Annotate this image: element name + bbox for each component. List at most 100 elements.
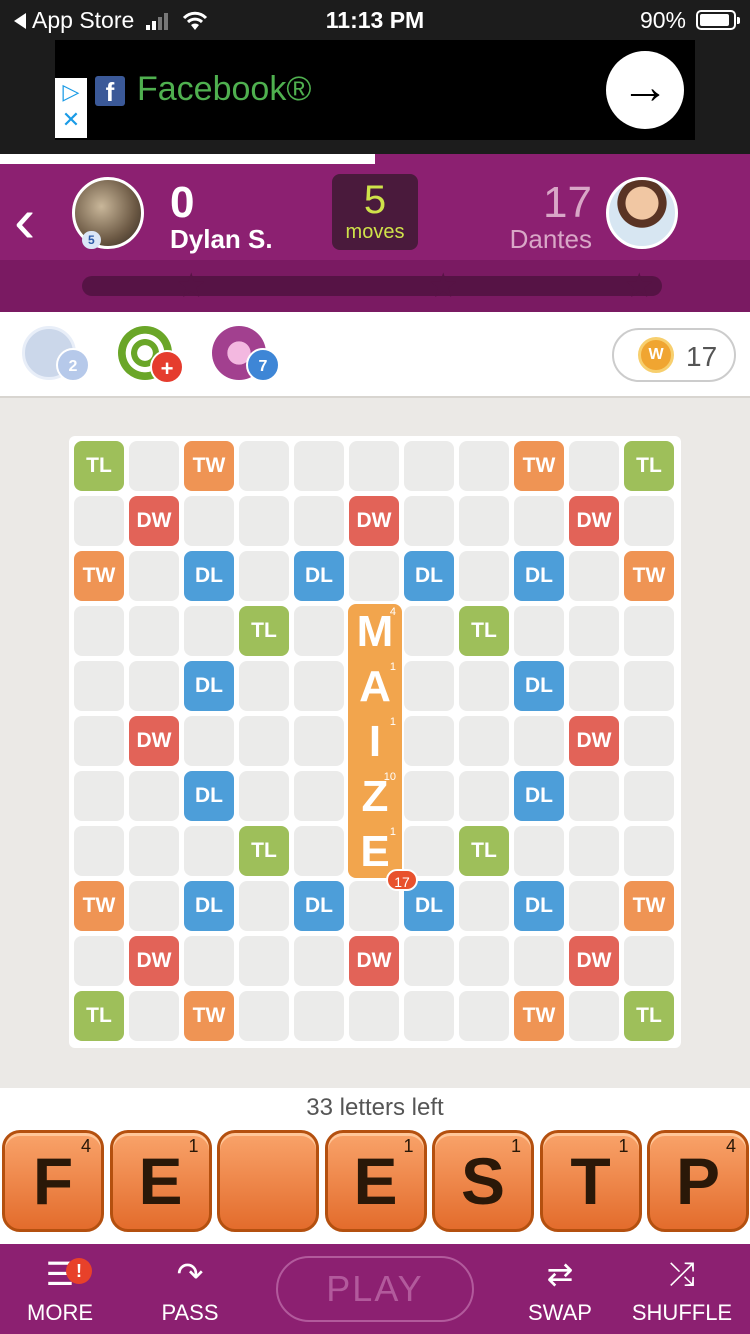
premium-cell-tw[interactable]: TW <box>624 551 674 601</box>
board-cell[interactable] <box>129 826 179 876</box>
ad-arrow-button[interactable]: → <box>606 51 684 129</box>
board-cell[interactable] <box>239 496 289 546</box>
board-cell[interactable] <box>294 661 344 711</box>
premium-cell-dl[interactable]: DL <box>514 551 564 601</box>
board-cell[interactable] <box>74 826 124 876</box>
board-cell[interactable] <box>404 991 454 1041</box>
board-cell[interactable] <box>459 991 509 1041</box>
board-cell[interactable] <box>569 606 619 656</box>
board-cell[interactable] <box>129 881 179 931</box>
board-cell[interactable] <box>294 496 344 546</box>
board-cell[interactable] <box>129 441 179 491</box>
coin-balance[interactable]: W 17 <box>612 328 736 382</box>
board-cell[interactable] <box>624 771 674 821</box>
premium-cell-dl[interactable]: DL <box>404 551 454 601</box>
board-cell[interactable] <box>239 991 289 1041</box>
pass-button[interactable]: ↷ PASS <box>130 1254 250 1326</box>
board-cell[interactable] <box>184 716 234 766</box>
premium-cell-dl[interactable]: DL <box>294 551 344 601</box>
board-cell[interactable] <box>294 826 344 876</box>
board-cell[interactable] <box>74 936 124 986</box>
premium-cell-dw[interactable]: DW <box>129 716 179 766</box>
board-cell[interactable] <box>129 991 179 1041</box>
premium-cell-dw[interactable]: DW <box>569 936 619 986</box>
premium-cell-dl[interactable]: DL <box>514 881 564 931</box>
board-cell[interactable] <box>404 661 454 711</box>
board-cell[interactable] <box>514 826 564 876</box>
opponent-avatar[interactable] <box>606 177 678 249</box>
board-cell[interactable] <box>129 771 179 821</box>
premium-cell-tl[interactable]: TL <box>74 991 124 1041</box>
board-cell[interactable] <box>74 716 124 766</box>
board-cell[interactable] <box>459 551 509 601</box>
board-cell[interactable] <box>294 936 344 986</box>
board-cell[interactable] <box>459 881 509 931</box>
premium-cell-tw[interactable]: TW <box>74 881 124 931</box>
premium-cell-dw[interactable]: DW <box>349 936 399 986</box>
rack-tile[interactable]: F4 <box>2 1130 104 1232</box>
premium-cell-tw[interactable]: TW <box>184 991 234 1041</box>
board-cell[interactable] <box>404 936 454 986</box>
board-cell[interactable] <box>74 661 124 711</box>
board-cell[interactable] <box>624 661 674 711</box>
board-cell[interactable] <box>74 771 124 821</box>
board-cell[interactable] <box>404 716 454 766</box>
premium-cell-dl[interactable]: DL <box>184 551 234 601</box>
ad-choices-icon[interactable]: ▷ ✕ <box>55 78 87 138</box>
board-cell[interactable] <box>459 771 509 821</box>
board-cell[interactable] <box>239 771 289 821</box>
back-chevron-icon[interactable]: ‹ <box>14 188 35 252</box>
board-cell[interactable] <box>624 716 674 766</box>
premium-cell-dl[interactable]: DL <box>184 771 234 821</box>
premium-cell-tl[interactable]: TL <box>459 826 509 876</box>
premium-cell-dw[interactable]: DW <box>349 496 399 546</box>
placed-word[interactable]: M 4 A 1 I 1 Z 10 E 1 <box>348 604 402 878</box>
rack-tile[interactable]: T1 <box>539 1130 642 1232</box>
premium-cell-dl[interactable]: DL <box>514 771 564 821</box>
board-cell[interactable] <box>294 991 344 1041</box>
board-cell[interactable] <box>349 441 399 491</box>
board-cell[interactable] <box>624 936 674 986</box>
premium-cell-dl[interactable]: DL <box>294 881 344 931</box>
board-cell[interactable] <box>294 771 344 821</box>
board-cell[interactable] <box>239 441 289 491</box>
board-cell[interactable] <box>404 441 454 491</box>
board-cell[interactable] <box>349 991 399 1041</box>
board-cell[interactable] <box>129 551 179 601</box>
board-cell[interactable] <box>294 716 344 766</box>
premium-cell-tl[interactable]: TL <box>74 441 124 491</box>
premium-cell-tw[interactable]: TW <box>624 881 674 931</box>
premium-cell-dw[interactable]: DW <box>129 496 179 546</box>
board-cell[interactable] <box>239 881 289 931</box>
rack-tile[interactable]: S1 <box>432 1130 534 1232</box>
premium-cell-tw[interactable]: TW <box>514 991 564 1041</box>
board-cell[interactable] <box>514 606 564 656</box>
board-cell[interactable] <box>569 881 619 931</box>
board-cell[interactable] <box>514 936 564 986</box>
premium-cell-dl[interactable]: DL <box>184 661 234 711</box>
board-cell[interactable] <box>184 936 234 986</box>
board-cell[interactable] <box>569 991 619 1041</box>
board-cell[interactable] <box>569 826 619 876</box>
premium-cell-tl[interactable]: TL <box>624 991 674 1041</box>
board-cell[interactable] <box>239 551 289 601</box>
board-cell[interactable] <box>129 606 179 656</box>
board-cell[interactable] <box>404 606 454 656</box>
board-cell[interactable] <box>74 496 124 546</box>
board-cell[interactable] <box>239 936 289 986</box>
more-button[interactable]: ☰ MORE ! <box>0 1254 120 1326</box>
board-cell[interactable] <box>404 496 454 546</box>
target-add-badge[interactable]: + <box>150 350 184 384</box>
shuffle-button[interactable]: ⤮ SHUFFLE <box>622 1254 742 1326</box>
board-cell[interactable] <box>569 661 619 711</box>
board-cell[interactable] <box>514 716 564 766</box>
premium-cell-dw[interactable]: DW <box>569 716 619 766</box>
rack-tile[interactable]: P4 <box>647 1130 749 1232</box>
board-cell[interactable] <box>459 441 509 491</box>
board-cell[interactable] <box>184 606 234 656</box>
board-cell[interactable] <box>239 661 289 711</box>
board-cell[interactable] <box>624 606 674 656</box>
board-cell[interactable] <box>404 826 454 876</box>
board-cell[interactable] <box>624 826 674 876</box>
premium-cell-tl[interactable]: TL <box>459 606 509 656</box>
